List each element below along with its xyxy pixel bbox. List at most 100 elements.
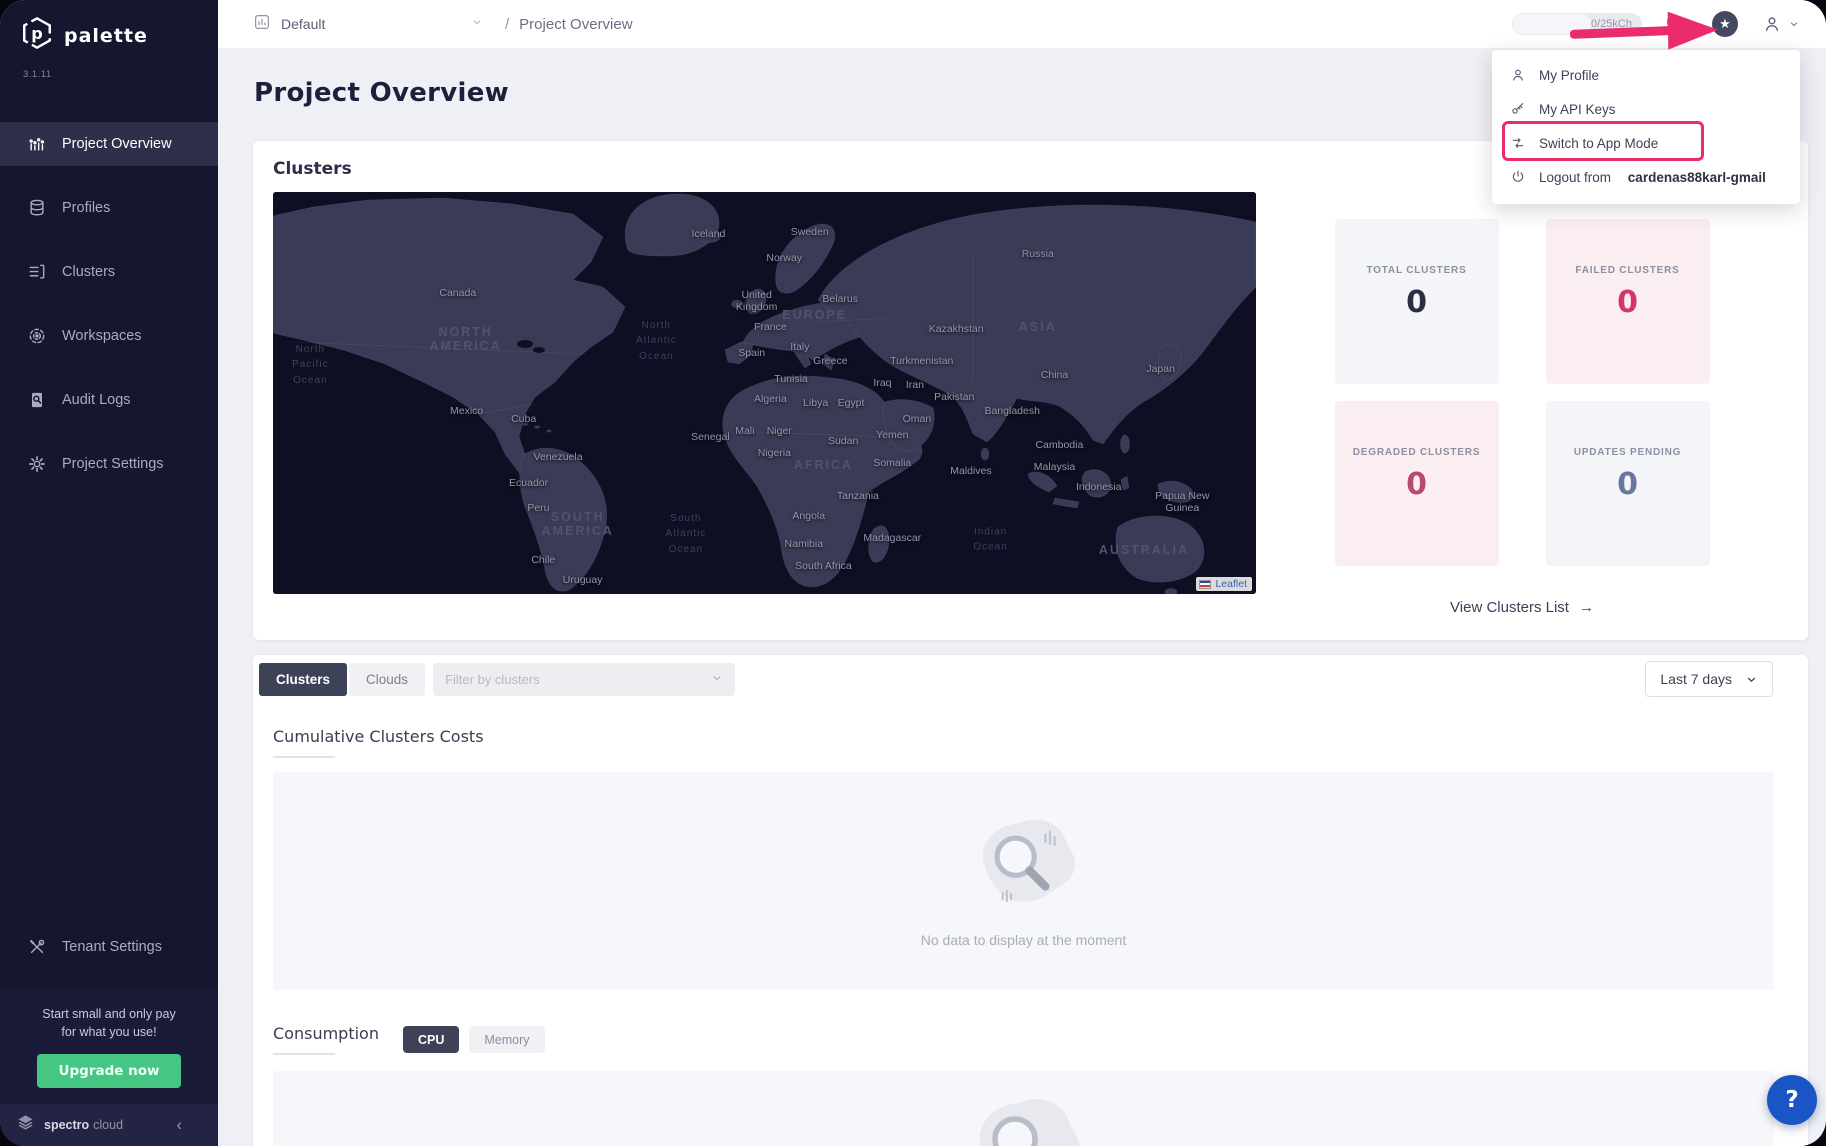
- consumption-section-header: Consumption CPU Memory: [273, 1024, 1788, 1055]
- breadcrumb-label[interactable]: Project Overview: [519, 16, 632, 33]
- sidebar-item-label: Project Settings: [62, 456, 164, 472]
- sidebar-item-workspaces[interactable]: Workspaces: [0, 314, 218, 358]
- app-version: 3.1.11: [23, 69, 218, 80]
- topbar-right: 0/25kCh ★: [1512, 11, 1826, 37]
- spectro-cloud-logo: [16, 1113, 35, 1137]
- key-icon: [1510, 101, 1526, 117]
- sidebar-item-label: Project Overview: [62, 136, 172, 152]
- search-no-data-icon: [959, 1093, 1089, 1146]
- workspaces-icon: [27, 326, 47, 346]
- sidebar-item-label: Profiles: [62, 200, 110, 216]
- project-settings-icon: [27, 454, 47, 474]
- usage-badge[interactable]: 0/25kCh: [1512, 13, 1642, 35]
- palette-logo-icon: p: [20, 16, 54, 55]
- sidebar-item-label: Tenant Settings: [62, 939, 162, 955]
- menu-item-label: My API Keys: [1539, 102, 1616, 117]
- consumption-empty-state: [273, 1071, 1774, 1146]
- chat-icon[interactable]: [1666, 13, 1688, 35]
- switch-mode-icon: [1510, 135, 1526, 151]
- footer-brand-light: cloud: [93, 1118, 123, 1132]
- consumption-title: Consumption: [273, 1024, 379, 1043]
- consumption-toggle-cpu[interactable]: CPU: [403, 1026, 459, 1053]
- scope-selector-value: Default: [281, 16, 325, 32]
- scope-selector-icon: [253, 13, 271, 36]
- profiles-icon: [27, 198, 47, 218]
- filter-row: ClustersClouds Filter by clusters Last 7…: [259, 661, 1788, 697]
- clusters-card: Clusters: [253, 141, 1808, 640]
- user-dropdown-menu: My Profile My API Keys Switch to App Mode L…: [1492, 50, 1800, 204]
- sidebar-item-audit-logs[interactable]: Audit Logs: [0, 378, 218, 422]
- project-scope-selector[interactable]: Default: [253, 13, 483, 36]
- consumption-toggles: CPU Memory: [403, 1024, 545, 1053]
- date-range-select[interactable]: Last 7 days: [1645, 661, 1773, 697]
- menu-item-my-profile[interactable]: My Profile: [1492, 58, 1800, 92]
- stat-label: UPDATES PENDING: [1574, 447, 1681, 458]
- leaflet-attribution[interactable]: Leaflet: [1196, 577, 1252, 591]
- sidebar: p palette 3.1.11 Project Overview Profile…: [0, 0, 218, 1146]
- stat-card-total-clusters: TOTAL CLUSTERS 0: [1335, 219, 1499, 384]
- usage-text: 0/25kCh: [1591, 18, 1632, 30]
- stat-card-degraded-clusters: DEGRADED CLUSTERS0: [1335, 401, 1499, 566]
- metrics-card: ClustersClouds Filter by clusters Last 7…: [253, 655, 1808, 1146]
- menu-item-username: cardenas88karl-gmail: [1624, 170, 1766, 185]
- chevron-down-icon: [711, 672, 723, 687]
- promo-line-2: for what you use!: [10, 1023, 208, 1042]
- usage-progress: [1513, 14, 1591, 34]
- costs-title: Cumulative Clusters Costs: [273, 727, 1788, 746]
- sidebar-item-project-overview[interactable]: Project Overview: [0, 122, 218, 166]
- clusters-world-map[interactable]: IcelandSwedenNorwayRussiaCanadaUnited Ki…: [273, 192, 1256, 594]
- sidebar-item-tenant-settings[interactable]: Tenant Settings: [0, 925, 218, 969]
- brand-name: palette: [64, 25, 148, 47]
- menu-item-label: Logout from: [1539, 170, 1611, 185]
- view-clusters-list-link[interactable]: View Clusters List →: [1450, 599, 1594, 616]
- tab-clouds[interactable]: Clouds: [349, 663, 425, 696]
- upgrade-now-button[interactable]: Upgrade now: [37, 1054, 182, 1088]
- main-scroll: Project Overview Clusters: [218, 48, 1826, 1146]
- topbar: Default / Project Overview 0/25kCh ★: [218, 0, 1826, 48]
- sidebar-footer: spectro cloud ‹: [0, 1104, 218, 1146]
- filter-by-clusters-select[interactable]: Filter by clusters: [433, 663, 735, 696]
- arrow-right-icon: →: [1579, 599, 1594, 616]
- heading-underline: [273, 1053, 335, 1055]
- scope-tabs: ClustersClouds: [259, 663, 425, 696]
- help-button[interactable]: ?: [1767, 1075, 1817, 1125]
- whats-new-star-icon[interactable]: ★: [1712, 11, 1738, 37]
- menu-item-switch-to-app-mode[interactable]: Switch to App Mode: [1492, 126, 1800, 160]
- menu-item-logout-from[interactable]: Logout from cardenas88karl-gmail: [1492, 160, 1800, 194]
- stat-label: TOTAL CLUSTERS: [1366, 265, 1466, 276]
- stat-card-updates-pending: UPDATES PENDING0: [1546, 401, 1710, 566]
- power-icon: [1510, 169, 1526, 185]
- stat-card-failed-clusters: FAILED CLUSTERS 0: [1546, 219, 1710, 384]
- footer-brand-bold: spectro: [44, 1118, 89, 1132]
- app-frame: p palette 3.1.11 Project Overview Profile…: [0, 0, 1826, 1146]
- user-menu-button[interactable]: [1762, 14, 1800, 34]
- person-icon: [1510, 67, 1526, 83]
- tab-clusters[interactable]: Clusters: [259, 663, 347, 696]
- no-data-message: No data to display at the moment: [921, 932, 1126, 948]
- sidebar-item-label: Audit Logs: [62, 392, 131, 408]
- sidebar-item-clusters[interactable]: Clusters: [0, 250, 218, 294]
- upgrade-promo: Start small and only pay for what you us…: [0, 989, 218, 1105]
- sidebar-collapse-icon[interactable]: ‹: [176, 1115, 182, 1135]
- svg-text:p: p: [31, 24, 43, 43]
- stat-value: 0: [1406, 467, 1427, 502]
- date-range-value: Last 7 days: [1660, 671, 1732, 687]
- sidebar-item-label: Clusters: [62, 264, 115, 280]
- clusters-icon: [27, 262, 47, 282]
- stat-value: 0: [1406, 285, 1427, 320]
- user-icon: [1762, 14, 1782, 34]
- stat-label: FAILED CLUSTERS: [1575, 265, 1679, 276]
- sidebar-item-profiles[interactable]: Profiles: [0, 186, 218, 230]
- filter-placeholder: Filter by clusters: [445, 672, 540, 687]
- sidebar-item-project-settings[interactable]: Project Settings: [0, 442, 218, 486]
- menu-item-label: Switch to App Mode: [1539, 136, 1658, 151]
- stat-value: 0: [1617, 285, 1638, 320]
- costs-empty-state: No data to display at the moment: [273, 772, 1774, 990]
- project-overview-icon: [27, 134, 47, 154]
- view-clusters-list-label: View Clusters List: [1450, 599, 1569, 616]
- menu-item-my-api-keys[interactable]: My API Keys: [1492, 92, 1800, 126]
- heading-underline: [273, 756, 335, 758]
- content-area: Default / Project Overview 0/25kCh ★: [218, 0, 1826, 1146]
- tenant-settings-icon: [27, 937, 47, 957]
- consumption-toggle-memory[interactable]: Memory: [469, 1026, 544, 1053]
